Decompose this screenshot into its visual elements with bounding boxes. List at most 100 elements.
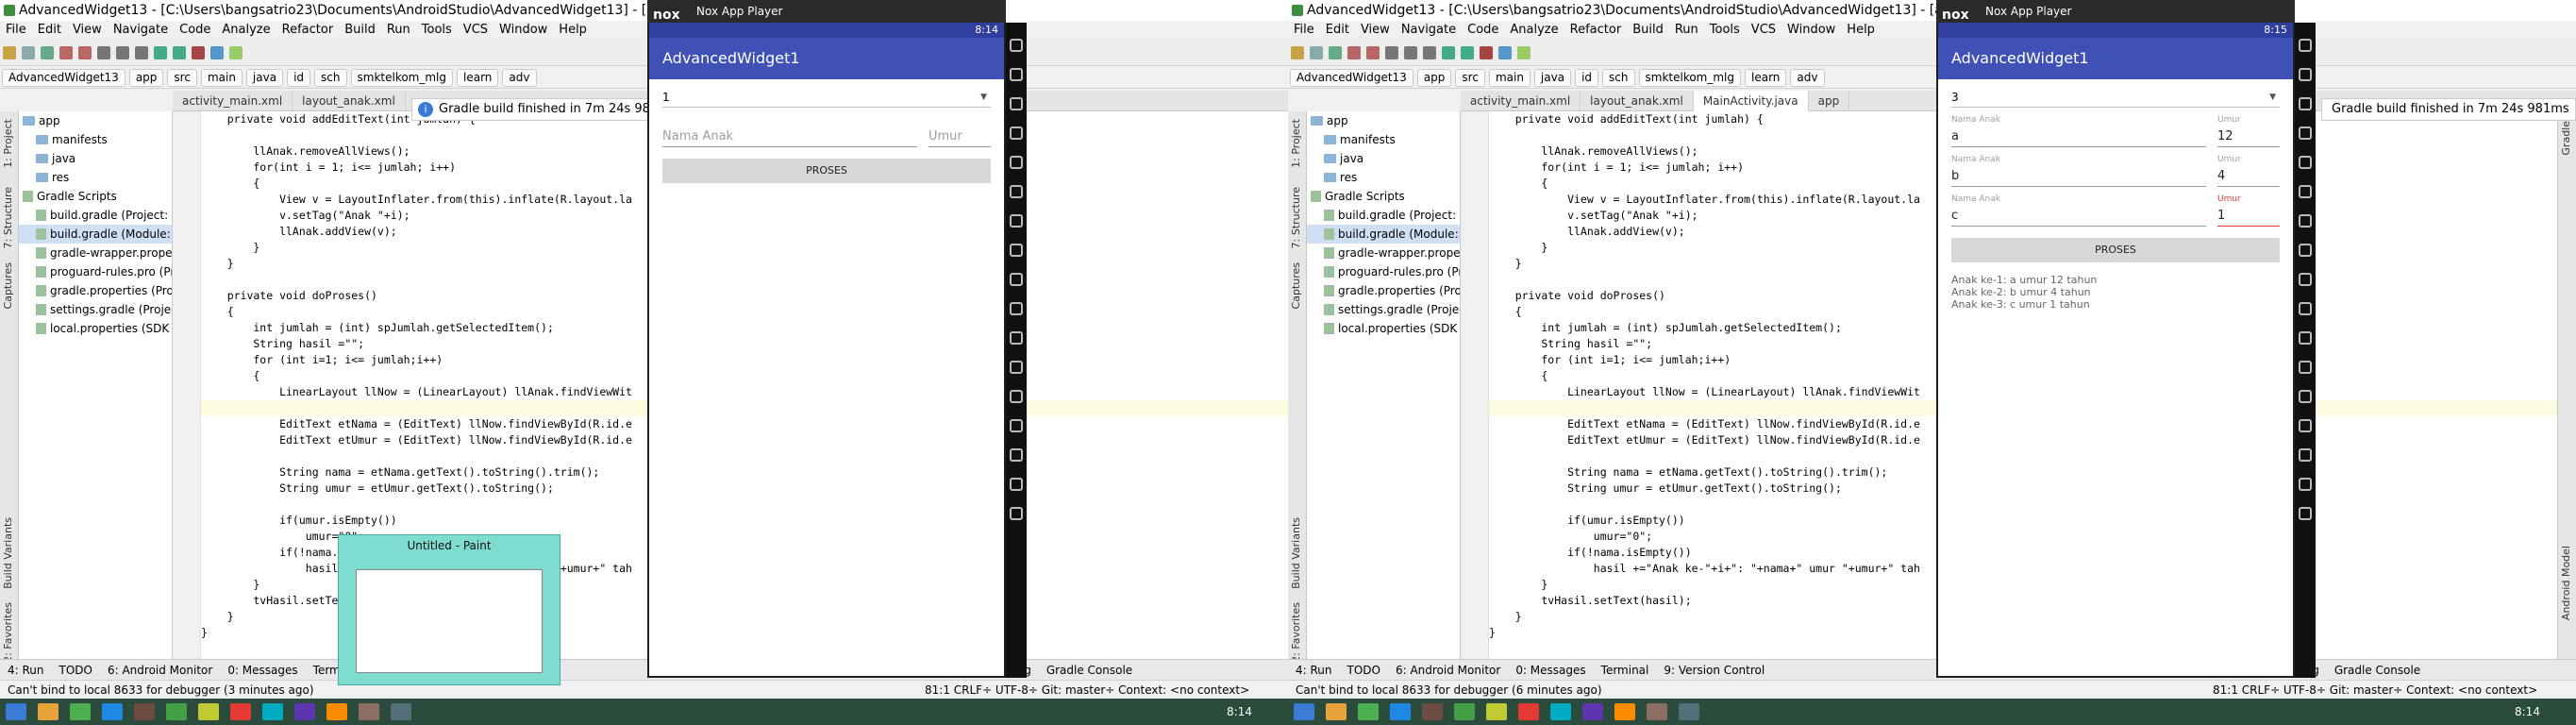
run-icon[interactable] [1442, 46, 1455, 59]
taskbar-app-icon[interactable] [1454, 703, 1475, 720]
project-tool-label[interactable]: 1: Project [2, 119, 14, 168]
umur-input[interactable]: Umur [928, 126, 991, 147]
tree-item[interactable]: res [19, 168, 172, 187]
captures-tool-label[interactable]: Captures [2, 262, 14, 309]
taskbar-app-icon[interactable] [70, 703, 91, 720]
tree-item[interactable]: build.gradle (Project: Ad [19, 206, 172, 225]
menu-edit[interactable]: Edit [32, 23, 67, 37]
breadcrumb-item[interactable]: AdvancedWidget13 [2, 69, 125, 87]
breadcrumb-item[interactable]: id [1575, 69, 1599, 87]
volume-icon[interactable] [1010, 214, 1023, 228]
menu-window[interactable]: Window [1781, 23, 1841, 37]
menu-view[interactable]: View [1355, 23, 1396, 37]
trash-icon[interactable] [2299, 39, 2312, 52]
tool-tab[interactable]: 6: Android Monitor [1396, 664, 1500, 677]
editor-tab[interactable]: layout_anak.xml [1581, 91, 1694, 111]
menu-help[interactable]: Help [553, 23, 593, 37]
taskbar-app-icon[interactable] [359, 703, 379, 720]
taskbar-app-icon[interactable] [134, 703, 155, 720]
tree-item[interactable]: build.gradle (Module: ap [1307, 225, 1460, 244]
undo-icon[interactable] [59, 46, 73, 59]
taskbar-app-icon[interactable] [1486, 703, 1507, 720]
taskbar-app-icon[interactable] [391, 703, 411, 720]
tree-item[interactable]: gradle.properties (Projec [1307, 281, 1460, 300]
breadcrumb-item[interactable]: main [1488, 69, 1531, 87]
menu-run[interactable]: Run [381, 23, 416, 37]
tree-item[interactable]: settings.gradle (Project S [1307, 300, 1460, 319]
add-icon[interactable] [2299, 419, 2312, 432]
proses-button[interactable]: PROSES [662, 159, 991, 183]
keyboard-icon[interactable] [1010, 68, 1023, 81]
home-icon[interactable] [2299, 478, 2312, 491]
tool-tab[interactable]: 6: Android Monitor [108, 664, 212, 677]
debug-icon[interactable] [1461, 46, 1474, 59]
sync-icon[interactable] [41, 46, 54, 59]
captures-tool-label[interactable]: Captures [1290, 262, 1302, 309]
undo-icon[interactable] [1347, 46, 1361, 59]
multi-icon[interactable] [2299, 390, 2312, 403]
structure-tool-label[interactable]: 7: Structure [2, 187, 14, 248]
breadcrumb-item[interactable]: java [1533, 69, 1572, 87]
back-icon[interactable] [2299, 448, 2312, 462]
tree-item[interactable]: app [1307, 111, 1460, 130]
tree-item[interactable]: build.gradle (Module: ap [19, 225, 172, 244]
taskbar-app-icon[interactable] [262, 703, 283, 720]
taskbar-app-icon[interactable] [326, 703, 347, 720]
breadcrumb-item[interactable]: AdvancedWidget13 [1290, 69, 1413, 87]
camera-icon[interactable] [1010, 126, 1023, 140]
tree-item[interactable]: java [19, 149, 172, 168]
location-icon[interactable] [1010, 97, 1023, 110]
menu-file[interactable]: File [0, 23, 32, 37]
tool-tab[interactable]: 0: Messages [1515, 664, 1585, 677]
editor-tab[interactable]: activity_main.xml [1461, 91, 1581, 111]
tool-tab[interactable]: Gradle Console [1046, 664, 1132, 677]
volume-icon[interactable] [2299, 214, 2312, 228]
record-icon[interactable] [2299, 331, 2312, 345]
paste-icon[interactable] [135, 46, 148, 59]
structure-tool-label[interactable]: 7: Structure [1290, 187, 1302, 248]
editor-tab[interactable]: activity_main.xml [173, 91, 293, 111]
open-icon[interactable] [3, 46, 16, 59]
tree-item[interactable]: proguard-rules.pro (Prot [19, 262, 172, 281]
tree-item[interactable]: manifests [1307, 130, 1460, 149]
menu-code[interactable]: Code [174, 23, 216, 37]
editor-tab[interactable]: layout_anak.xml [293, 91, 406, 111]
proses-button[interactable]: PROSES [1951, 238, 2280, 262]
breadcrumb-item[interactable]: src [1455, 69, 1485, 87]
menu-build[interactable]: Build [1627, 23, 1669, 37]
menu-help[interactable]: Help [1841, 23, 1881, 37]
paste-icon[interactable] [1423, 46, 1436, 59]
breadcrumb-item[interactable]: learn [457, 69, 499, 87]
breadcrumb-item[interactable]: src [167, 69, 197, 87]
paint-preview[interactable]: Untitled - Paint [338, 534, 560, 685]
tool-tab[interactable]: TODO [1347, 664, 1380, 677]
fullscreen-icon[interactable] [2299, 185, 2312, 198]
shake-icon[interactable] [1010, 302, 1023, 315]
menu-tools[interactable]: Tools [416, 23, 458, 37]
menu-navigate[interactable]: Navigate [1396, 23, 1462, 37]
umur-input[interactable]: Umur 12 [2217, 115, 2280, 147]
nama-input[interactable]: Nama Anak a [1951, 115, 2206, 147]
breadcrumb-item[interactable]: smktelkom_mlg [350, 69, 454, 87]
taskbar-app-icon[interactable] [102, 703, 123, 720]
menu-refactor[interactable]: Refactor [1564, 23, 1628, 37]
nama-input[interactable]: Nama Anak [662, 126, 917, 147]
taskbar-app-icon[interactable] [1390, 703, 1411, 720]
menu-code[interactable]: Code [1462, 23, 1504, 37]
save-icon[interactable] [22, 46, 35, 59]
camera-icon[interactable] [2299, 126, 2312, 140]
umur-input[interactable]: Umur 1 [2217, 194, 2280, 227]
taskbar-app-icon[interactable] [1358, 703, 1379, 720]
menu-icon[interactable] [2299, 507, 2312, 520]
screen-icon[interactable] [1010, 156, 1023, 169]
debug-icon[interactable] [173, 46, 186, 59]
menu-vcs[interactable]: VCS [1746, 23, 1781, 37]
taskbar-app-icon[interactable] [38, 703, 59, 720]
taskbar-app-icon[interactable] [198, 703, 219, 720]
build-variants-label[interactable]: Build Variants [2, 517, 14, 589]
avd-manager-icon[interactable] [1517, 46, 1531, 59]
taskbar-app-icon[interactable] [1550, 703, 1571, 720]
tree-item[interactable]: gradle.properties (Projec [19, 281, 172, 300]
screen-icon[interactable] [2299, 156, 2312, 169]
trash-icon[interactable] [1010, 39, 1023, 52]
